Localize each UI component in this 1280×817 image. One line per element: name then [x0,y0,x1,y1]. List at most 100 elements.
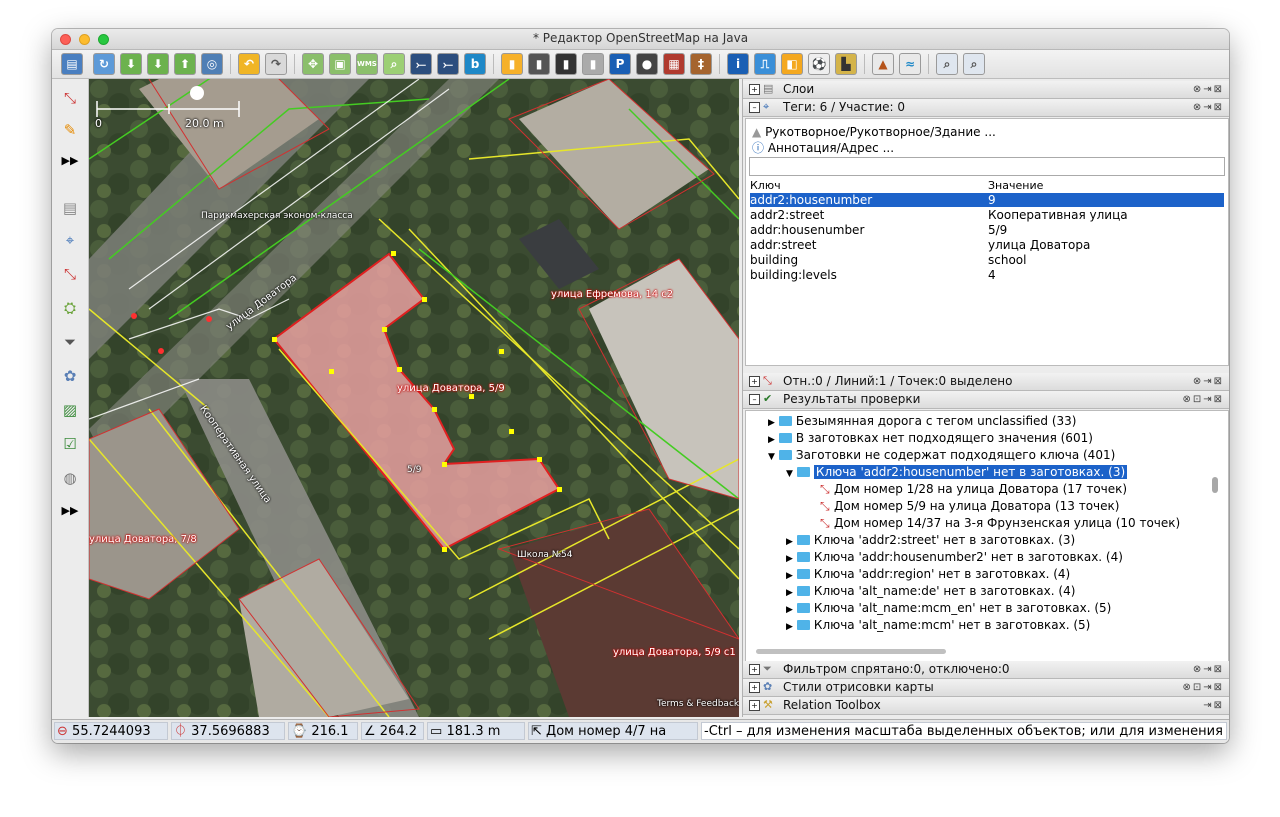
preset-industrial-icon[interactable]: ▙ [835,53,857,75]
table-row[interactable]: addr2:housenumber 9 [750,193,1224,207]
preset-fence-icon[interactable]: ‡ [690,53,712,75]
preset-rail-icon[interactable]: ▮ [582,53,604,75]
tags-panel-body: ▲ Рукотворное/Рукотворное/Здание ... ⓘ А… [745,118,1229,366]
selection-list-icon[interactable]: ⤡ [59,263,81,285]
panel-controls[interactable]: ⊗⇥⊠ [1193,373,1224,390]
relations-icon[interactable]: ⛭ [59,297,81,319]
preset-address-link[interactable]: ⓘ Аннотация/Адрес ... [752,139,894,156]
preset-road-icon[interactable]: ▮ [501,53,523,75]
tags-panel-header[interactable]: – ⌖ Теги: 6 / Участие: 0 ⊗⇥⊠ [743,99,1229,117]
panel-controls[interactable]: ⊗⇥⊠ [1193,661,1224,678]
styles-panel-header[interactable]: + ✿ Стили отрисовки карты ⊗⊡⇥⊠ [743,679,1229,697]
search-zoom-icon[interactable]: ⌕ [383,53,405,75]
undo-icon[interactable]: ↶ [238,53,260,75]
redo-icon[interactable]: ↷ [265,53,287,75]
map-view[interactable]: 0 20.0 m Парикмахерская эконом-класса ул… [89,79,739,717]
expand-arrow-icon[interactable]: ▶ [786,605,793,615]
expand-arrow-icon[interactable]: ▶ [768,435,775,445]
panel-controls[interactable]: ⇥⊠ [1203,697,1224,714]
panel-controls[interactable]: ⊗⇥⊠ [1193,99,1224,116]
search-icon[interactable]: ⌕ [936,53,958,75]
relation-toolbox-header[interactable]: + ⚒ Relation Toolbox ⇥⊠ [743,697,1229,715]
preferences-icon[interactable]: ◎ [201,53,223,75]
download-along-icon[interactable]: ⬇ [147,53,169,75]
filter-icon[interactable]: ⏷ [59,331,81,353]
preset-sport-icon[interactable]: ⚽ [808,53,830,75]
expand-arrow-icon[interactable]: ▶ [786,571,793,581]
zoom-to-selection-icon[interactable]: ▣ [329,53,351,75]
layers-toggle-icon[interactable]: ▤ [59,197,81,219]
table-row[interactable]: building school [750,253,1224,267]
tag-filter-input[interactable] [749,157,1225,176]
expand-arrow-icon[interactable]: ▶ [768,418,775,428]
search-advanced-icon[interactable]: ⌕ [963,53,985,75]
draw-mode-icon[interactable]: ✎ [59,119,81,141]
tags-toggle-icon[interactable]: ⌖ [59,229,81,251]
preset-parking-icon[interactable]: P [609,53,631,75]
tags-table-header: Ключ Значение [750,179,1044,192]
more-dialogs-icon[interactable]: ▶▶ [59,499,81,521]
folder-icon [778,450,792,460]
preset-wall-icon[interactable]: ▦ [663,53,685,75]
history-icon[interactable]: ▨ [59,399,81,421]
panel-controls[interactable]: ⊗⊡⇥⊠ [1182,679,1224,696]
preset-water-icon[interactable]: ≈ [899,53,921,75]
expand-arrow-icon[interactable]: ▶ [786,554,793,564]
zoom-to-data-icon[interactable]: ✥ [302,53,324,75]
open-location-icon[interactable]: ↻ [93,53,115,75]
vertical-scrollbar[interactable] [1212,477,1218,493]
side-panel: + ▤ Слои ⊗⇥⊠ – ⌖ Теги: 6 / Участие: 0 ⊗⇥⊠ … [742,79,1229,717]
preset-hotel-icon[interactable]: ⎍ [754,53,776,75]
preset-info-icon[interactable]: i [727,53,749,75]
table-row[interactable]: addr:street улица Доватора [750,238,1224,252]
map-paint-styles-icon[interactable]: ✿ [59,365,81,387]
upload-icon[interactable]: ⬆ [174,53,196,75]
panel-controls[interactable]: ⊗⇥⊠ [1193,81,1224,98]
preset-path-icon[interactable]: ▮ [555,53,577,75]
notes-icon[interactable]: ◍ [59,467,81,489]
tree-item[interactable]: ⤡ Дом номер 1/28 на улица Доватора (17 то… [820,481,1127,498]
tree-item[interactable]: ▶ Ключа 'alt_name:mcm' нет в заготовках. … [786,617,1090,636]
folder-icon [796,586,810,596]
folder-icon [778,433,792,443]
table-row[interactable]: building:levels 4 [750,268,1224,282]
panel-controls[interactable]: ⊗⊡⇥⊠ [1182,391,1224,408]
preset-building-link[interactable]: ▲ Рукотворное/Рукотворное/Здание ... [752,125,996,139]
tree-item[interactable]: ⤡ Дом номер 14/37 на 3-я Фрунзенская улиц… [820,515,1180,532]
imagery-icon-2[interactable]: ⤚ [437,53,459,75]
expand-arrow-icon[interactable]: ▶ [786,588,793,598]
table-row[interactable]: addr2:street Кооперативная улица [750,208,1224,222]
filter-icon: ⏷ [763,662,772,675]
title-bar: * Редактор OpenStreetMap на Java [52,29,1229,50]
expand-arrow-icon[interactable]: ▶ [786,537,793,547]
validation-panel-header[interactable]: – ✔ Результаты проверки ⊗⊡⇥⊠ [743,391,1229,409]
terms-feedback-link[interactable]: Terms & Feedback [657,699,739,709]
tree-item[interactable]: ⤡ Дом номер 5/9 на улица Доватора (13 точ… [820,498,1119,515]
preset-shop-icon[interactable]: ◧ [781,53,803,75]
download-icon[interactable]: ⬇ [120,53,142,75]
validation-icon[interactable]: ☑ [59,433,81,455]
more-tools-icon[interactable]: ▶▶ [59,149,81,171]
selection-panel-header[interactable]: + ⤡ Отн.:0 / Линий:1 / Точек:0 выделено ⊗… [743,373,1229,391]
preset-peak-icon[interactable]: ▲ [872,53,894,75]
imagery-icon-1[interactable]: ⤚ [410,53,432,75]
collapse-arrow-icon[interactable]: ▼ [786,469,793,479]
collapse-arrow-icon[interactable]: ▼ [768,452,775,462]
folder-icon [796,620,810,630]
layers-panel-header[interactable]: + ▤ Слои ⊗⇥⊠ [743,81,1229,99]
horizontal-scrollbar[interactable] [756,649,946,654]
filter-panel-header[interactable]: + ⏷ Фильтром спрятано:0, отключено:0 ⊗⇥⊠ [743,661,1229,679]
window-title: * Редактор OpenStreetMap на Java [532,31,749,45]
addr-dovatora-59c1-label: улица Доватора, 5/9 с1 [613,647,736,658]
tags-icon: ⌖ [763,100,770,113]
preset-traffic-light-icon[interactable]: ● [636,53,658,75]
cursor-icon: ⇱ [531,724,542,739]
expand-arrow-icon[interactable]: ▶ [786,622,793,632]
addr-dovatora-78-label: улица Доватора, 7/8 [89,534,197,545]
open-file-icon[interactable]: ▤ [61,53,83,75]
select-mode-icon[interactable]: ⤡ [59,87,81,109]
preset-track-icon[interactable]: ▮ [528,53,550,75]
bing-icon[interactable]: b [464,53,486,75]
table-row[interactable]: addr:housenumber 5/9 [750,223,1224,237]
wms-icon[interactable]: WMS [356,53,378,75]
